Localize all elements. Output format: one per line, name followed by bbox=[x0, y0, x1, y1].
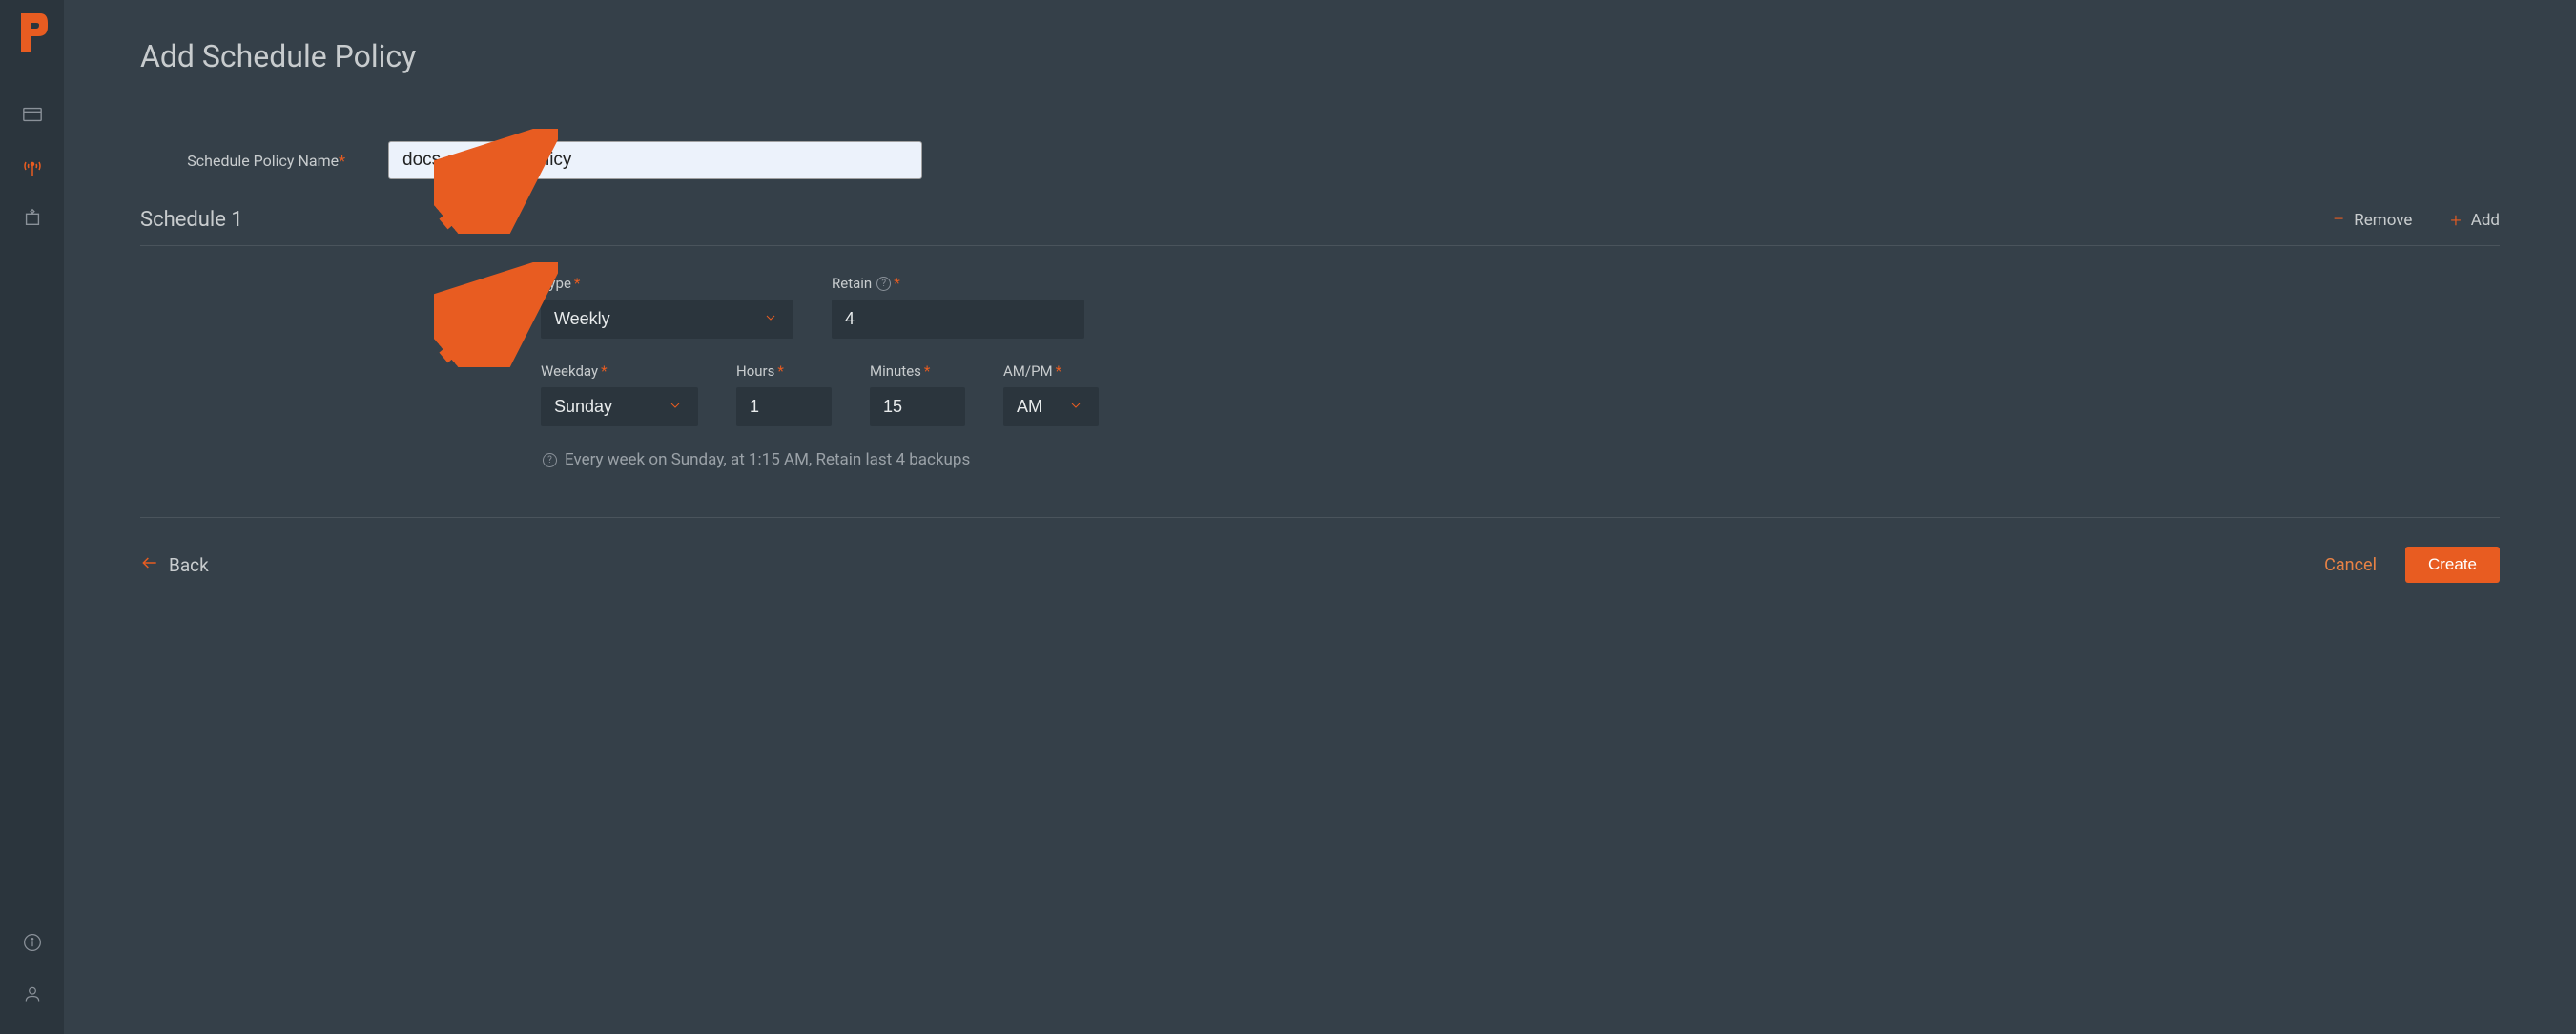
user-icon[interactable] bbox=[21, 982, 44, 1005]
hours-label: Hours* bbox=[736, 362, 832, 380]
minus-icon: − bbox=[2333, 208, 2345, 232]
policy-name-label: Schedule Policy Name* bbox=[140, 152, 350, 170]
schedule-body: Type* Weekly Retain ? * bbox=[140, 275, 2500, 469]
broadcast-icon[interactable] bbox=[21, 155, 44, 177]
create-button[interactable]: Create bbox=[2405, 547, 2500, 583]
footer: Back Cancel Create bbox=[140, 547, 2500, 583]
dashboard-icon[interactable] bbox=[21, 103, 44, 126]
schedule-summary: ? Every week on Sunday, at 1:15 AM, Reta… bbox=[541, 450, 2500, 469]
plugin-icon[interactable] bbox=[21, 206, 44, 229]
hours-input[interactable] bbox=[736, 387, 832, 426]
sidebar bbox=[0, 0, 64, 1034]
retain-input[interactable] bbox=[832, 300, 1084, 339]
arrow-left-icon bbox=[140, 553, 159, 577]
schedule-header: Schedule 1 − Remove + Add bbox=[140, 208, 2500, 246]
policy-name-input[interactable] bbox=[388, 141, 922, 179]
minutes-label: Minutes* bbox=[870, 362, 965, 380]
divider bbox=[140, 517, 2500, 518]
ampm-select[interactable]: AM bbox=[1003, 387, 1099, 426]
retain-label: Retain ? * bbox=[832, 275, 1084, 292]
minutes-input[interactable] bbox=[870, 387, 965, 426]
info-icon[interactable] bbox=[21, 931, 44, 954]
add-schedule-button[interactable]: + Add bbox=[2450, 208, 2500, 232]
back-button[interactable]: Back bbox=[140, 553, 209, 577]
remove-schedule-button[interactable]: − Remove bbox=[2333, 208, 2413, 232]
help-icon[interactable]: ? bbox=[876, 277, 891, 291]
logo bbox=[13, 10, 52, 55]
schedule-title: Schedule 1 bbox=[140, 208, 243, 232]
page-title: Add Schedule Policy bbox=[140, 38, 2500, 74]
weekday-select[interactable]: Sunday bbox=[541, 387, 698, 426]
type-label: Type* bbox=[541, 275, 793, 292]
help-icon: ? bbox=[543, 453, 557, 467]
policy-name-row: Schedule Policy Name* bbox=[140, 141, 2500, 179]
cancel-button[interactable]: Cancel bbox=[2324, 555, 2377, 575]
weekday-label: Weekday* bbox=[541, 362, 698, 380]
main-content: Add Schedule Policy Schedule Policy Name… bbox=[64, 0, 2576, 1034]
type-select[interactable]: Weekly bbox=[541, 300, 793, 339]
ampm-label: AM/PM* bbox=[1003, 362, 1099, 380]
plus-icon: + bbox=[2450, 209, 2461, 232]
